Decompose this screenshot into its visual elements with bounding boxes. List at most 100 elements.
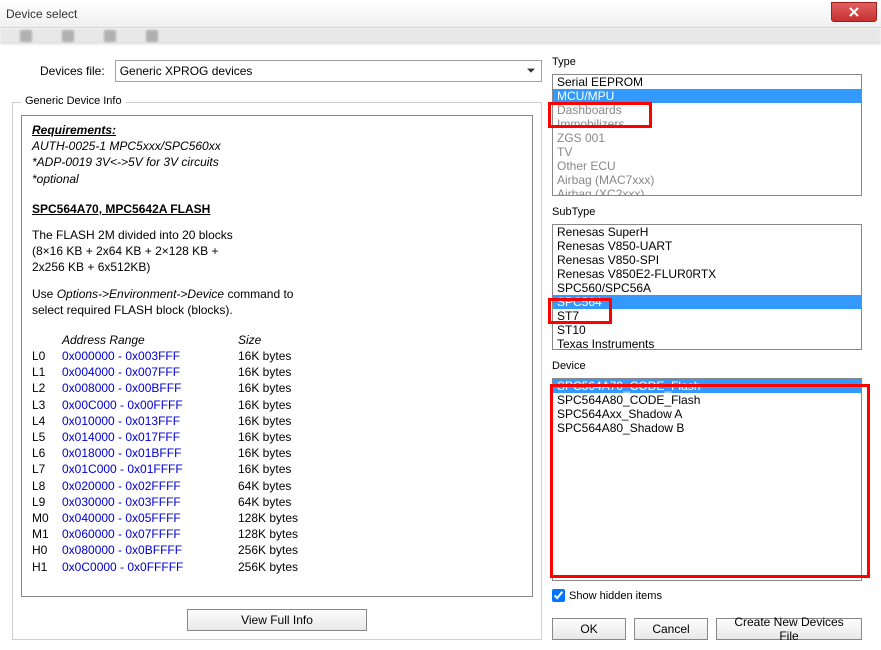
list-item[interactable]: Airbag (XC2xxx) bbox=[553, 187, 861, 196]
mem-row-addr: 0x014000 - 0x017FFF bbox=[62, 429, 238, 445]
close-icon bbox=[849, 7, 859, 17]
list-item[interactable]: SPC560/SPC56A bbox=[553, 281, 861, 295]
mem-row-size: 16K bytes bbox=[238, 397, 291, 413]
devices-file-label: Devices file: bbox=[40, 64, 105, 78]
mem-row: L40x010000 - 0x013FFF16K bytes bbox=[32, 413, 522, 429]
mem-row-size: 16K bytes bbox=[238, 429, 291, 445]
mem-row: L00x000000 - 0x003FFF16K bytes bbox=[32, 348, 522, 364]
devices-file-combo[interactable]: Generic XPROG devices bbox=[115, 60, 542, 82]
list-item[interactable]: Renesas V850-SPI bbox=[553, 253, 861, 267]
mem-row-size: 16K bytes bbox=[238, 348, 291, 364]
mem-row: M00x040000 - 0x05FFFF128K bytes bbox=[32, 510, 522, 526]
list-item[interactable]: Renesas V850E2-FLUR0RTX bbox=[553, 267, 861, 281]
mem-header-addr: Address Range bbox=[62, 332, 238, 348]
mem-row-addr: 0x00C000 - 0x00FFFF bbox=[62, 397, 238, 413]
body-5: select required FLASH block (blocks). bbox=[32, 302, 522, 318]
list-item[interactable]: ST7 bbox=[553, 309, 861, 323]
mem-row-lbl: H0 bbox=[32, 542, 62, 558]
mem-row: L50x014000 - 0x017FFF16K bytes bbox=[32, 429, 522, 445]
mem-row: L10x004000 - 0x007FFF16K bytes bbox=[32, 364, 522, 380]
list-item[interactable]: ST10 bbox=[553, 323, 861, 337]
list-item[interactable]: SPC564A70_CODE_Flash bbox=[553, 379, 861, 393]
device-label: Device bbox=[552, 360, 862, 372]
list-item[interactable]: Airbag (MAC7xxx) bbox=[553, 173, 861, 187]
view-full-info-button[interactable]: View Full Info bbox=[187, 609, 367, 631]
mem-row-addr: 0x010000 - 0x013FFF bbox=[62, 413, 238, 429]
mem-row: L80x020000 - 0x02FFFF64K bytes bbox=[32, 478, 522, 494]
body-2: (8×16 KB + 2x64 KB + 2×128 KB + bbox=[32, 243, 522, 259]
mem-row-lbl: L8 bbox=[32, 478, 62, 494]
blurred-toolbar bbox=[0, 28, 881, 44]
list-item[interactable]: Serial EEPROM bbox=[553, 75, 861, 89]
mem-row-size: 64K bytes bbox=[238, 494, 291, 510]
subtype-listbox[interactable]: Renesas SuperHRenesas V850-UARTRenesas V… bbox=[552, 224, 862, 350]
mem-row-lbl: L1 bbox=[32, 364, 62, 380]
devices-file-value: Generic XPROG devices bbox=[120, 64, 253, 78]
memory-table: Address Range Size L00x000000 - 0x003FFF… bbox=[32, 332, 522, 575]
group-label: Generic Device Info bbox=[21, 95, 126, 107]
mem-row-size: 16K bytes bbox=[238, 413, 291, 429]
list-item[interactable]: SPC564 bbox=[553, 295, 861, 309]
mem-row-size: 16K bytes bbox=[238, 380, 291, 396]
list-item[interactable]: Renesas V850-UART bbox=[553, 239, 861, 253]
show-hidden-checkbox[interactable] bbox=[552, 589, 565, 602]
show-hidden-row[interactable]: Show hidden items bbox=[552, 589, 862, 602]
mem-row-lbl: L2 bbox=[32, 380, 62, 396]
mem-row-size: 256K bytes bbox=[238, 559, 298, 575]
mem-header: Address Range Size bbox=[32, 332, 522, 348]
mem-row: L70x01C000 - 0x01FFFF16K bytes bbox=[32, 461, 522, 477]
list-item[interactable]: MCU/MPU bbox=[553, 89, 861, 103]
mem-row-addr: 0x004000 - 0x007FFF bbox=[62, 364, 238, 380]
list-item[interactable]: ZGS 001 bbox=[553, 131, 861, 145]
list-item[interactable]: TV bbox=[553, 145, 861, 159]
req-line-2: *ADP-0019 3V<->5V for 3V circuits bbox=[32, 154, 522, 170]
list-item[interactable]: Renesas SuperH bbox=[553, 225, 861, 239]
list-item[interactable]: Other ECU bbox=[553, 159, 861, 173]
mem-row-lbl: L3 bbox=[32, 397, 62, 413]
list-item[interactable]: SPC564A80_Shadow B bbox=[553, 421, 861, 435]
mem-row-lbl: L6 bbox=[32, 445, 62, 461]
body-3: 2x256 KB + 6x512KB) bbox=[32, 259, 522, 275]
mem-row-addr: 0x01C000 - 0x01FFFF bbox=[62, 461, 238, 477]
mem-row: L90x030000 - 0x03FFFF64K bytes bbox=[32, 494, 522, 510]
mem-row-size: 16K bytes bbox=[238, 445, 291, 461]
mem-row: L20x008000 - 0x00BFFF16K bytes bbox=[32, 380, 522, 396]
body-1: The FLASH 2M divided into 20 blocks bbox=[32, 227, 522, 243]
window-title: Device select bbox=[6, 7, 77, 21]
mem-row-size: 64K bytes bbox=[238, 478, 291, 494]
mem-row: L30x00C000 - 0x00FFFF16K bytes bbox=[32, 397, 522, 413]
req-line-1: AUTH-0025-1 MPC5xxx/SPC560xx bbox=[32, 138, 522, 154]
req-line-3: *optional bbox=[32, 171, 522, 187]
cancel-button[interactable]: Cancel bbox=[634, 618, 708, 640]
mem-row-size: 256K bytes bbox=[238, 542, 298, 558]
list-item[interactable]: SPC564Axx_Shadow A bbox=[553, 407, 861, 421]
ok-button[interactable]: OK bbox=[552, 618, 626, 640]
mem-row-lbl: L5 bbox=[32, 429, 62, 445]
mem-row-addr: 0x060000 - 0x07FFFF bbox=[62, 526, 238, 542]
requirements-title: Requirements: bbox=[32, 122, 522, 138]
mem-row-addr: 0x0C0000 - 0x0FFFFF bbox=[62, 559, 238, 575]
create-devices-file-button[interactable]: Create New Devices File bbox=[716, 618, 862, 640]
device-info-group: Generic Device Info Requirements: AUTH-0… bbox=[12, 102, 542, 640]
list-item[interactable]: SPC564A80_CODE_Flash bbox=[553, 393, 861, 407]
mem-row-addr: 0x020000 - 0x02FFFF bbox=[62, 478, 238, 494]
mem-row: H00x080000 - 0x0BFFFF256K bytes bbox=[32, 542, 522, 558]
show-hidden-label: Show hidden items bbox=[569, 590, 662, 602]
list-item[interactable]: Immobilizers bbox=[553, 117, 861, 131]
device-listbox[interactable]: SPC564A70_CODE_FlashSPC564A80_CODE_Flash… bbox=[552, 378, 862, 581]
mem-row: H10x0C0000 - 0x0FFFFF256K bytes bbox=[32, 559, 522, 575]
close-button[interactable] bbox=[831, 2, 877, 22]
info-pane[interactable]: Requirements: AUTH-0025-1 MPC5xxx/SPC560… bbox=[21, 115, 533, 597]
list-item[interactable]: Texas Instruments bbox=[553, 337, 861, 350]
mem-row-addr: 0x080000 - 0x0BFFFF bbox=[62, 542, 238, 558]
type-listbox[interactable]: Serial EEPROMMCU/MPUDashboardsImmobilize… bbox=[552, 74, 862, 196]
mem-row-lbl: H1 bbox=[32, 559, 62, 575]
mem-row-lbl: L7 bbox=[32, 461, 62, 477]
mem-row-addr: 0x000000 - 0x003FFF bbox=[62, 348, 238, 364]
body-4: Use Options->Environment->Device command… bbox=[32, 286, 522, 302]
titlebar: Device select bbox=[0, 0, 881, 28]
mem-row-size: 128K bytes bbox=[238, 526, 298, 542]
list-item[interactable]: Dashboards bbox=[553, 103, 861, 117]
mem-row-size: 16K bytes bbox=[238, 461, 291, 477]
mem-row-addr: 0x008000 - 0x00BFFF bbox=[62, 380, 238, 396]
